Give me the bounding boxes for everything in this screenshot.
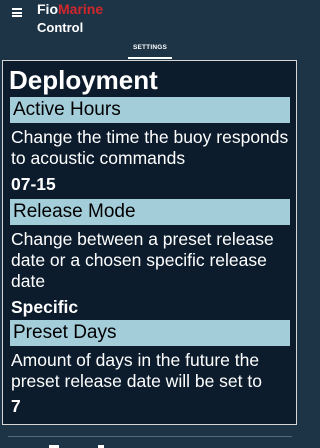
brand-fio: Fio	[37, 1, 58, 17]
section-header-preset-days: Preset Days	[10, 320, 290, 346]
section-header-active-hours: Active Hours	[10, 97, 290, 123]
release-mode-value[interactable]: Specific	[11, 297, 78, 318]
bottom-area	[0, 425, 300, 448]
active-hours-value[interactable]: 07-15	[11, 174, 56, 195]
hamburger-menu-icon[interactable]	[12, 8, 22, 17]
page-title: Deployment	[9, 65, 158, 95]
app-bar: FioMarine Control SETTINGS	[0, 0, 300, 60]
active-hours-description: Change the time the buoy responds to aco…	[11, 127, 289, 168]
tab-active-indicator	[128, 57, 172, 59]
brand-subtitle: Control	[37, 20, 84, 35]
section-header-release-mode: Release Mode	[10, 199, 290, 225]
bottom-divider	[8, 436, 292, 437]
preset-days-description: Amount of days in the future the preset …	[11, 350, 262, 391]
brand-marine: Marine	[58, 1, 104, 17]
brand-logo: FioMarine	[37, 1, 103, 18]
preset-days-value[interactable]: 7	[11, 396, 21, 417]
deployment-panel: Deployment Active Hours Change the time …	[2, 60, 297, 425]
release-mode-description: Change between a preset release date or …	[11, 229, 274, 291]
